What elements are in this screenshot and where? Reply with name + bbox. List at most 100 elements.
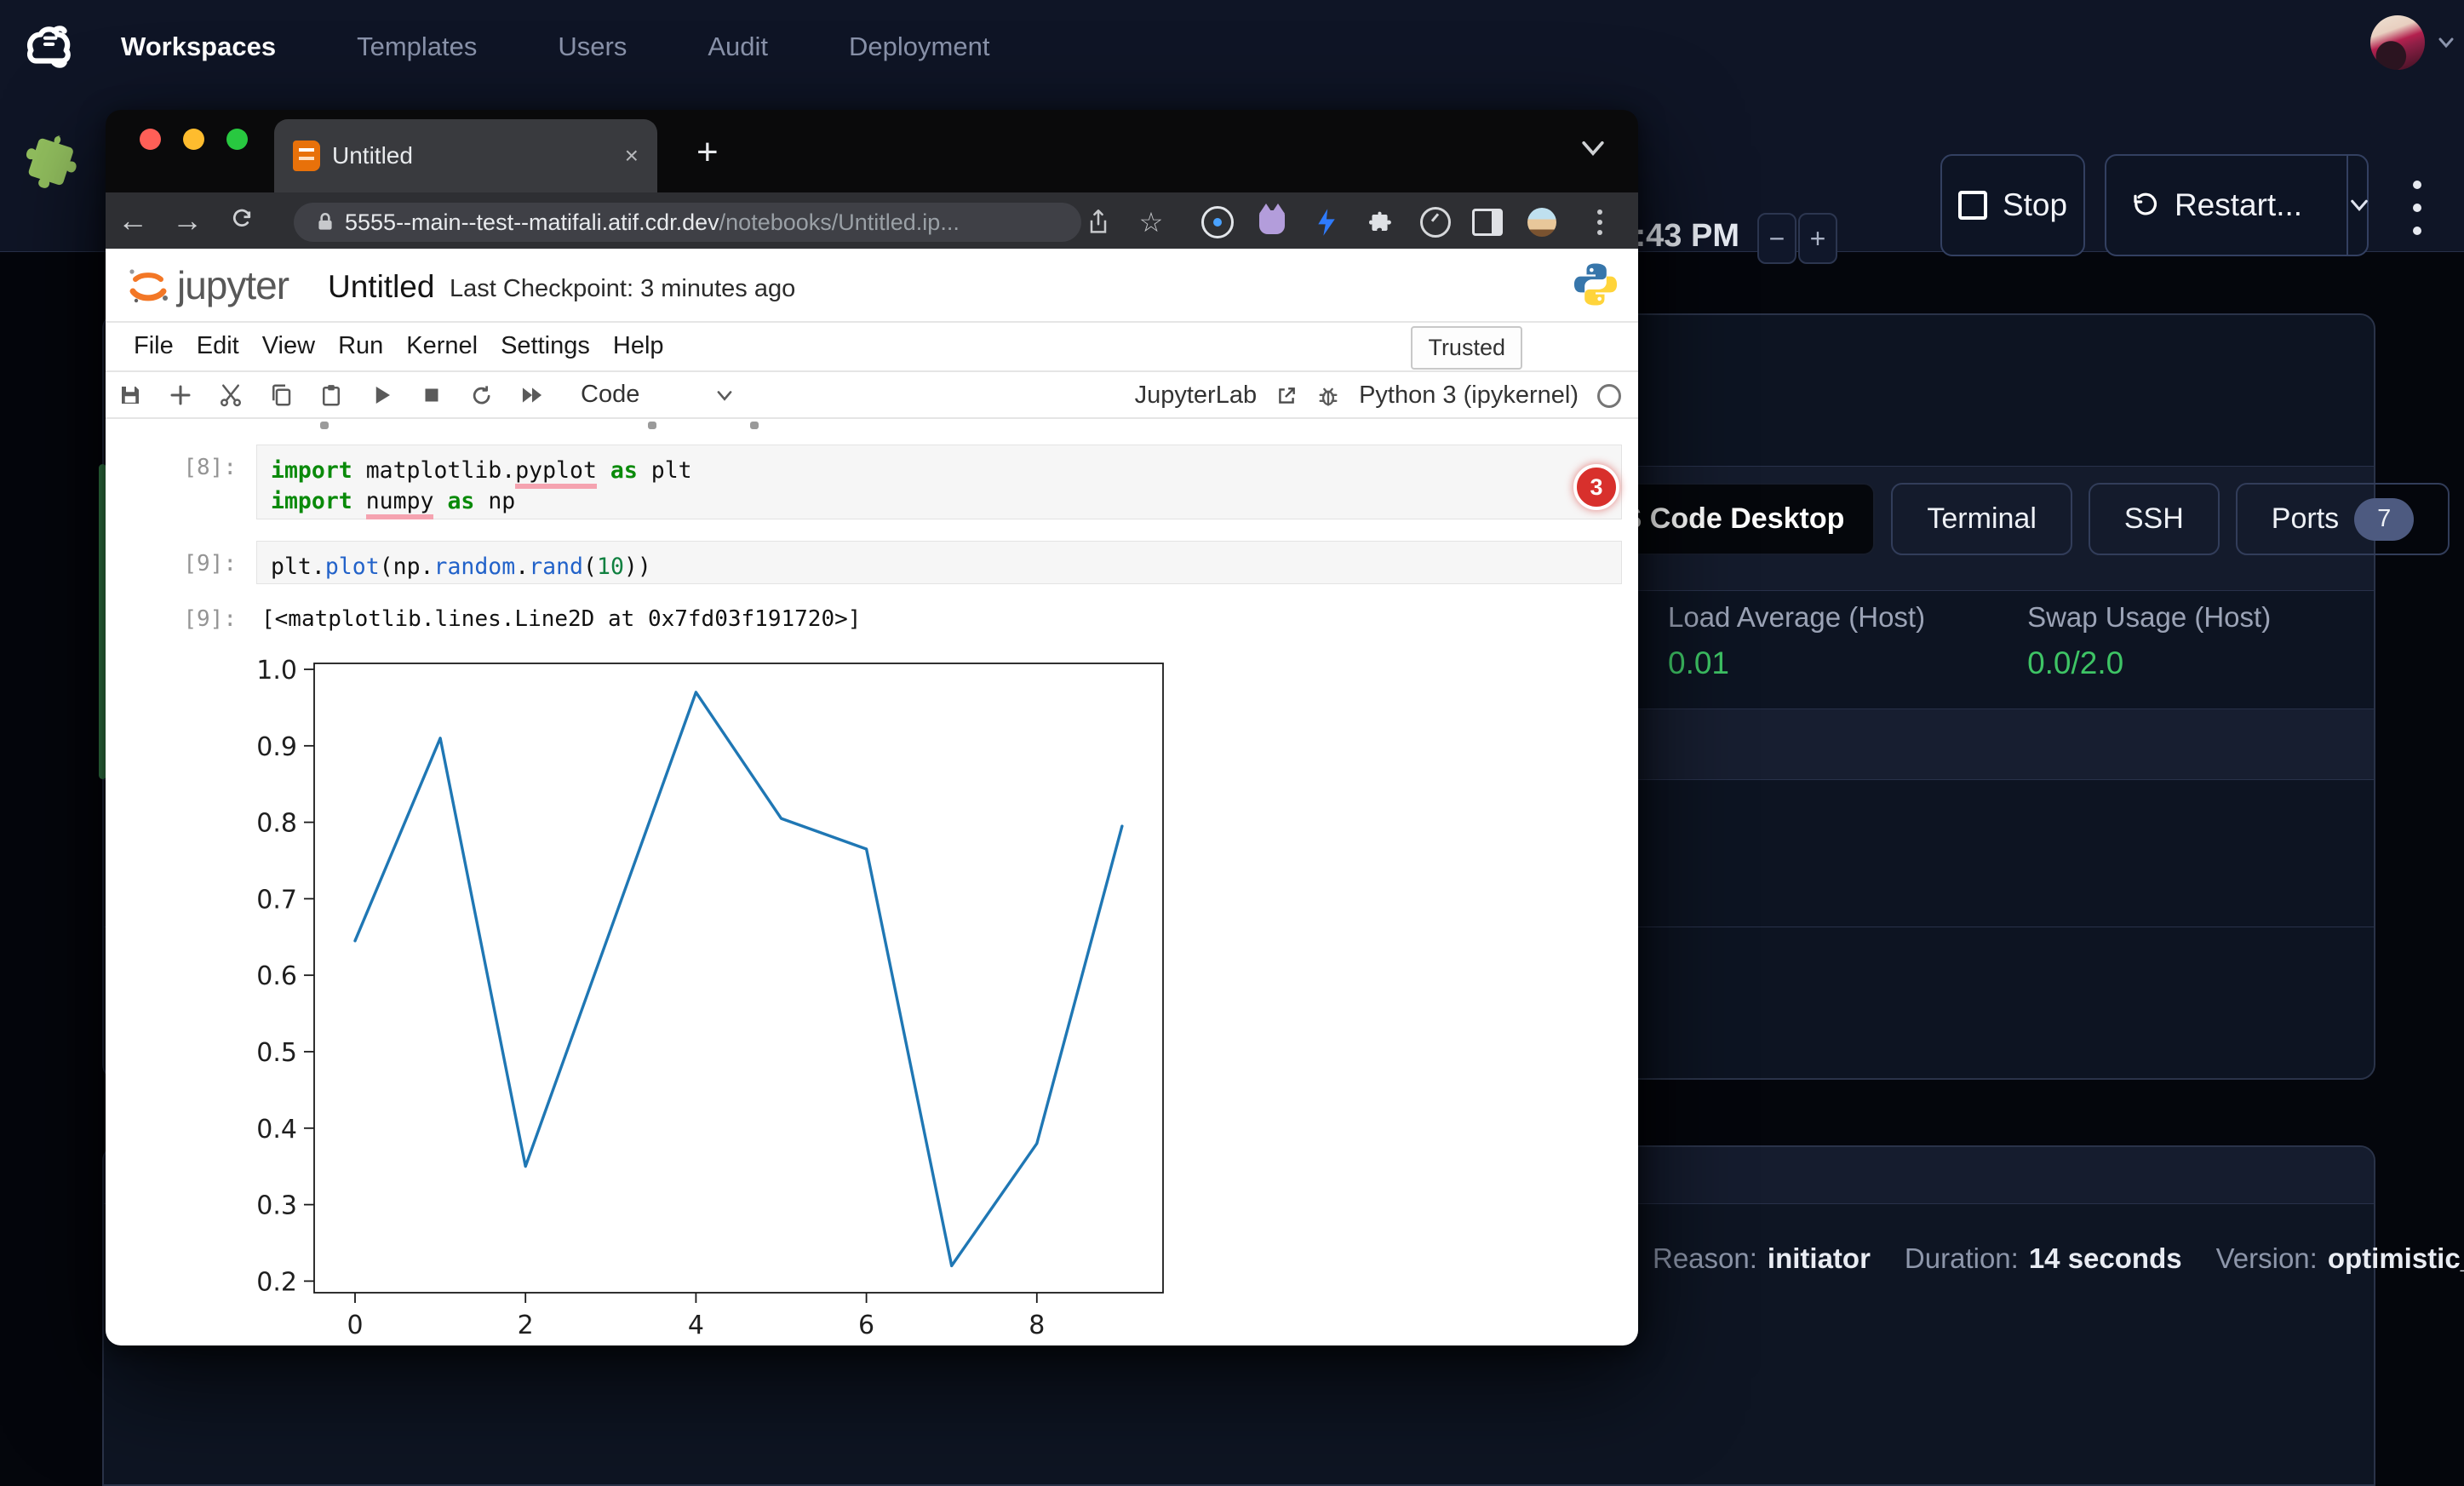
cell-type-chevron-icon[interactable]: [713, 384, 736, 406]
extensions-puzzle-icon[interactable]: [1365, 206, 1397, 238]
workspace-menu-kebab[interactable]: [2411, 181, 2423, 235]
nav-item-workspaces[interactable]: Workspaces: [121, 32, 276, 62]
nav-item-users[interactable]: Users: [558, 32, 627, 62]
browser-tab[interactable]: Untitled ×: [274, 119, 657, 192]
debugger-bug-icon[interactable]: [1316, 384, 1340, 408]
jupyterlab-link[interactable]: JupyterLab: [1135, 382, 1258, 410]
svg-text:4: 4: [688, 1311, 704, 1340]
checkpoint-text: Last Checkpoint: 3 minutes ago: [450, 275, 795, 303]
kernel-name[interactable]: Python 3 (ipykernel): [1359, 382, 1579, 410]
cell-type-select[interactable]: Code: [581, 381, 639, 409]
nav-item-templates[interactable]: Templates: [357, 32, 477, 62]
toolbar-right: JupyterLab Python 3 (ipykernel): [1135, 372, 1621, 419]
minimize-window-button[interactable]: [183, 129, 204, 150]
forward-button[interactable]: →: [160, 203, 215, 238]
code-cell-9[interactable]: plt.plot(np.random.rand(10)): [256, 541, 1622, 584]
info-value: 14 seconds: [2029, 1242, 2182, 1275]
zoom-out-button[interactable]: −: [1757, 213, 1796, 264]
matplotlib-figure: 0.20.30.40.50.60.70.80.91.002468: [255, 647, 1235, 1345]
app-button-ssh[interactable]: SSH: [2089, 483, 2220, 555]
app-label: VS Code Desktop: [1603, 502, 1844, 536]
reload-button[interactable]: [215, 203, 269, 238]
menu-help[interactable]: Help: [613, 332, 664, 360]
nav-item-deployment[interactable]: Deployment: [849, 32, 989, 62]
notebook-title[interactable]: Untitled: [328, 269, 434, 305]
svg-text:0.6: 0.6: [256, 961, 297, 991]
address-bar[interactable]: 5555--main--test--matifali.atif.cdr.dev/…: [294, 203, 1081, 242]
user-avatar[interactable]: [2370, 15, 2425, 70]
cell-8-code: import matplotlib.pyplot as pltimport nu…: [271, 456, 1607, 517]
jupyter-toolbar: Code JupyterLab Python 3 (ipykernel): [106, 372, 1638, 419]
restart-run-all-button[interactable]: [519, 382, 546, 409]
svg-text:0.8: 0.8: [256, 809, 297, 839]
menu-view[interactable]: View: [262, 332, 315, 360]
fullscreen-window-button[interactable]: [226, 129, 248, 150]
add-cell-button[interactable]: [167, 382, 194, 409]
restart-main[interactable]: Restart...: [2103, 156, 2331, 255]
lightning-icon: [1315, 208, 1338, 237]
lock-icon: [314, 209, 336, 235]
side-panel-icon[interactable]: [1471, 206, 1504, 238]
menu-kernel[interactable]: Kernel: [406, 332, 478, 360]
app-label: Terminal: [1927, 502, 2036, 536]
info-value: initiator: [1768, 1242, 1871, 1275]
cut-cell-button[interactable]: [217, 382, 244, 409]
menu-run[interactable]: Run: [338, 332, 383, 360]
star-icon: ☆: [1139, 206, 1164, 238]
menu-file[interactable]: File: [134, 332, 174, 360]
share-button[interactable]: [1080, 203, 1117, 242]
paste-cell-button[interactable]: [318, 382, 345, 409]
svg-text:8: 8: [1029, 1311, 1045, 1340]
copy-cell-button[interactable]: [267, 382, 295, 409]
tab-search-chevron-icon[interactable]: [1579, 134, 1607, 163]
svg-text:2: 2: [518, 1311, 534, 1340]
agent-stats: Load Average (Host)0.01Swap Usage (Host)…: [1668, 601, 2271, 681]
restart-kernel-button[interactable]: [468, 382, 496, 409]
back-button[interactable]: ←: [106, 203, 160, 238]
build-info-row: Reason:initiatorDuration:14 secondsVersi…: [1653, 1242, 2464, 1275]
restart-button[interactable]: Restart...: [2105, 154, 2369, 256]
window-controls: [140, 129, 248, 150]
notebook-page: jupyter Untitled Last Checkpoint: 3 minu…: [106, 249, 1638, 1345]
save-button[interactable]: [117, 382, 144, 409]
cell-output-text: [<matplotlib.lines.Line2D at 0x7fd03f191…: [261, 606, 861, 632]
app-button-terminal[interactable]: Terminal: [1891, 483, 2071, 555]
browser-profile-avatar[interactable]: [1526, 206, 1558, 238]
run-cell-button[interactable]: [368, 382, 395, 409]
external-link-icon[interactable]: [1275, 385, 1298, 407]
clipped-cell-remnant: [648, 422, 656, 429]
restart-icon: [2132, 192, 2159, 219]
zoom-in-button[interactable]: +: [1798, 213, 1837, 264]
bookmark-button[interactable]: ☆: [1132, 203, 1170, 242]
interrupt-kernel-button[interactable]: [418, 382, 445, 409]
menu-edit[interactable]: Edit: [197, 332, 239, 360]
stat-value: 0.0/2.0: [2027, 645, 2271, 681]
coder-logo-icon[interactable]: [19, 20, 75, 73]
url-text: 5555--main--test--matifali.atif.cdr.dev/…: [345, 209, 960, 236]
stat-swap-usage-host-: Swap Usage (Host)0.0/2.0: [2027, 601, 2271, 681]
notebook-favicon: [293, 141, 320, 171]
tab-close-icon[interactable]: ×: [625, 142, 639, 169]
extension-gauge-icon[interactable]: [1419, 206, 1452, 238]
output-prompt: [9]:: [106, 606, 237, 632]
chart-svg: 0.20.30.40.50.60.70.80.91.002468: [255, 647, 1235, 1345]
trusted-button[interactable]: Trusted: [1411, 326, 1522, 370]
extension-bolt-icon[interactable]: [1310, 206, 1343, 238]
app-button-ports[interactable]: Ports7: [2236, 483, 2450, 555]
stop-button[interactable]: Stop: [1940, 154, 2085, 256]
build-info-version: Version:optimistic_liskov9: [2216, 1242, 2464, 1275]
stop-icon: [1958, 191, 1987, 220]
extension-github-cat-icon[interactable]: [1256, 206, 1288, 238]
user-chip[interactable]: [2370, 0, 2455, 85]
browser-window: Untitled × + ← → 5555--main--test--matif…: [106, 110, 1638, 1345]
restart-dropdown[interactable]: [2347, 156, 2370, 255]
menu-settings[interactable]: Settings: [501, 332, 590, 360]
new-tab-button[interactable]: +: [696, 134, 719, 171]
extension-1password-icon[interactable]: [1201, 206, 1234, 238]
svg-text:0.4: 0.4: [256, 1115, 297, 1145]
python-logo-icon: [1572, 259, 1619, 310]
nav-item-audit[interactable]: Audit: [708, 32, 768, 62]
close-window-button[interactable]: [140, 129, 161, 150]
code-cell-8[interactable]: import matplotlib.pyplot as pltimport nu…: [256, 445, 1622, 519]
browser-menu-kebab[interactable]: [1584, 206, 1616, 238]
